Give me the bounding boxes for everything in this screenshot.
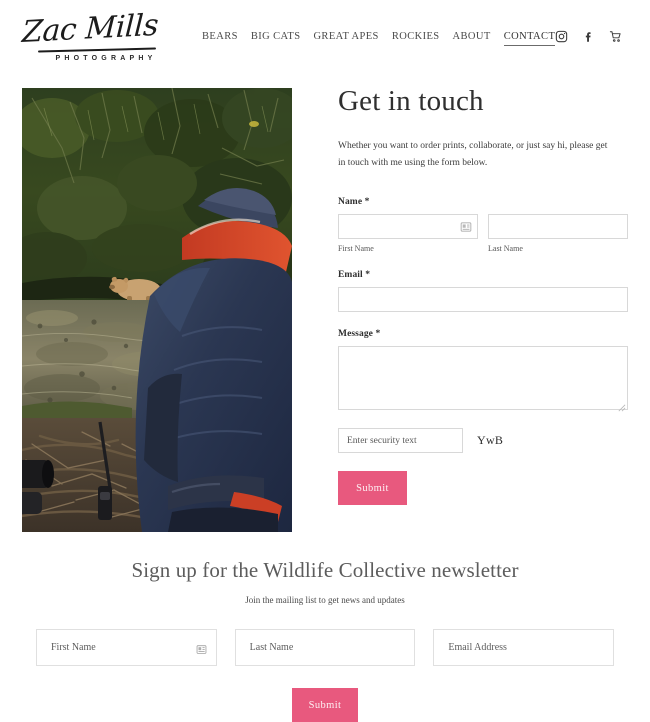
instagram-icon[interactable]: [555, 30, 568, 48]
newsletter-section: Sign up for the Wildlife Collective news…: [0, 558, 650, 722]
newsletter-first-name-input[interactable]: [36, 629, 217, 666]
newsletter-last-name-wrapper: [234, 629, 416, 666]
page-title: Get in touch: [338, 85, 484, 117]
email-field-group: Email *: [338, 270, 628, 313]
name-inputs-row: First Name Last Name: [338, 214, 628, 253]
message-textarea[interactable]: [338, 346, 628, 411]
nav-item-big-cats[interactable]: BIG CATS: [251, 31, 301, 45]
main-navigation: BEARS BIG CATS GREAT APES ROCKIES ABOUT …: [202, 31, 556, 48]
email-input[interactable]: [338, 287, 628, 313]
message-field-group: Message *: [338, 329, 628, 412]
newsletter-submit-button[interactable]: Submit: [292, 688, 358, 722]
first-name-sublabel: First Name: [338, 244, 374, 254]
logo-subtitle-text: PHOTOGRAPHY: [55, 54, 157, 62]
intro-paragraph: Whether you want to order prints, collab…: [338, 140, 608, 168]
contact-page-content: Get in touch Whether you want to order p…: [0, 78, 650, 532]
nav-item-great-apes[interactable]: GREAT APES: [313, 31, 378, 45]
facebook-icon[interactable]: [582, 30, 595, 48]
newsletter-subtitle: Join the mailing list to get news and up…: [245, 595, 405, 605]
captcha-code-text: YwB: [477, 433, 504, 448]
nav-item-about[interactable]: ABOUT: [453, 31, 491, 45]
photo-column: [22, 78, 292, 532]
captcha-input[interactable]: [338, 428, 463, 454]
newsletter-last-name-input[interactable]: [234, 629, 416, 666]
email-label: Email *: [338, 270, 371, 281]
nav-item-contact[interactable]: CONTACT: [503, 31, 556, 46]
logo-underline-flourish: [38, 47, 156, 53]
newsletter-title: Sign up for the Wildlife Collective news…: [131, 558, 519, 582]
name-field-group: Name * First Name Last Name: [338, 197, 628, 253]
last-name-wrapper: Last Name: [488, 214, 628, 253]
contact-submit-button[interactable]: Submit: [338, 471, 407, 506]
newsletter-first-name-wrapper: [36, 629, 217, 666]
photograph-illustration: [22, 88, 292, 532]
message-textarea-wrapper: [338, 346, 628, 412]
newsletter-email-input[interactable]: [433, 629, 615, 666]
message-label: Message *: [338, 329, 381, 340]
logo-signature-text: Zac Mills: [21, 8, 159, 51]
site-header: Zac Mills PHOTOGRAPHY BEARS BIG CATS GRE…: [0, 0, 650, 78]
name-label: Name *: [338, 197, 370, 208]
contact-form-column: Get in touch Whether you want to order p…: [292, 78, 628, 532]
shopping-cart-icon[interactable]: [609, 30, 622, 48]
newsletter-email-wrapper: [433, 629, 615, 666]
captcha-row: YwB: [338, 428, 628, 454]
hero-photograph: [22, 88, 292, 532]
nav-item-bears[interactable]: BEARS: [202, 31, 238, 45]
site-logo[interactable]: Zac Mills PHOTOGRAPHY: [21, 8, 172, 62]
newsletter-fields-row: [22, 629, 628, 666]
first-name-input[interactable]: [338, 214, 478, 240]
nav-item-rockies[interactable]: ROCKIES: [392, 31, 440, 45]
first-name-wrapper: First Name: [338, 214, 478, 253]
header-icon-group: [555, 30, 622, 48]
last-name-input[interactable]: [488, 214, 628, 240]
last-name-sublabel: Last Name: [488, 244, 523, 254]
